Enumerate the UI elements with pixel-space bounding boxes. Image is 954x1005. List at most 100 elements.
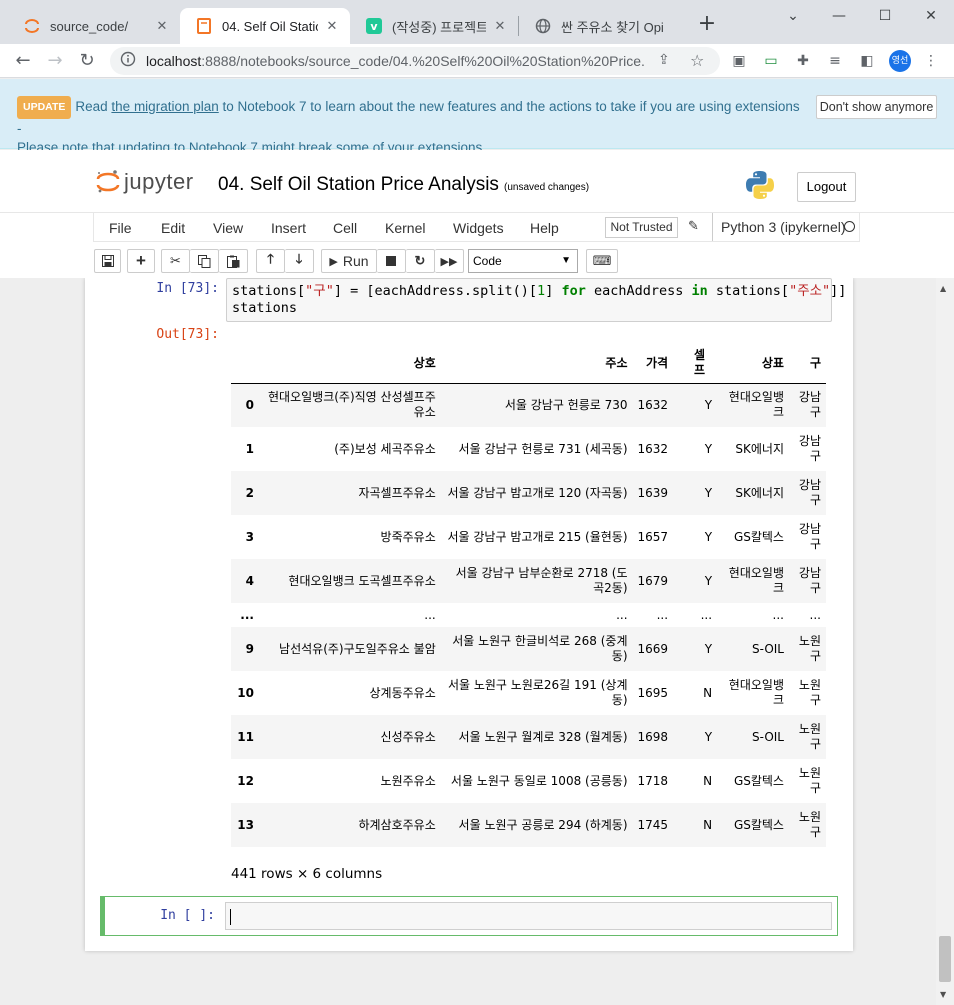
row-index: 2 bbox=[245, 485, 254, 500]
table-cell: 강남구 bbox=[798, 522, 821, 551]
code-cell-input[interactable]: stations["구"] = [eachAddress.split()[1] … bbox=[226, 278, 846, 322]
address-bar[interactable]: localhost:8888/notebooks/source_code/04.… bbox=[110, 47, 720, 75]
menu-file[interactable]: File bbox=[109, 220, 132, 236]
row-index: 9 bbox=[245, 641, 254, 656]
menu-edit[interactable]: Edit bbox=[161, 220, 185, 236]
bookmark-star-icon[interactable]: ☆ bbox=[690, 51, 704, 70]
scroll-up-icon[interactable]: ▲ bbox=[940, 284, 946, 293]
velog-favicon-icon: v bbox=[366, 18, 382, 34]
browser-tab-opinet[interactable]: 싼 주유소 찾기 Opi bbox=[519, 8, 687, 44]
browser-tab-notebook[interactable]: 04. Self Oil Station ✕ bbox=[180, 8, 350, 44]
table-cell: 강남구 bbox=[798, 566, 821, 595]
jupyter-logo[interactable]: jupyter bbox=[96, 169, 194, 195]
update-badge: UPDATE bbox=[17, 96, 72, 119]
migration-plan-link[interactable]: the migration plan bbox=[111, 99, 218, 114]
table-row: 4 현대오일뱅크 도곡셀프주유소 서울 강남구 남부순환로 2718 (도곡2동… bbox=[231, 559, 826, 603]
table-cell: 상계동주유소 bbox=[369, 685, 436, 700]
chevron-down-icon: ▼ bbox=[561, 255, 571, 266]
python-logo-icon bbox=[746, 171, 774, 199]
tab-search-icon[interactable]: ⌄ bbox=[770, 4, 816, 28]
extension-avatar-icon[interactable]: ▣ bbox=[730, 52, 748, 70]
dataframe-table: 상호 주소 가격 셀프 상표 구 0 현대오일뱅크(주)직영 산성셀프주유소 서… bbox=[231, 344, 826, 847]
copy-button[interactable] bbox=[190, 249, 219, 273]
code-cell-input[interactable] bbox=[225, 902, 832, 930]
table-cell: N bbox=[703, 773, 713, 788]
column-header: 구 bbox=[788, 344, 826, 384]
move-down-button[interactable]: 🡓 bbox=[285, 249, 314, 273]
tab-label: (작성중) 프로젝트3 bbox=[392, 19, 486, 35]
table-cell: 서울 강남구 헌릉로 731 (세곡동) bbox=[458, 441, 628, 456]
command-palette-button[interactable]: ⌨ bbox=[586, 249, 618, 273]
close-icon[interactable]: ✕ bbox=[324, 19, 340, 34]
empty-code-cell[interactable]: In [ ]: bbox=[100, 896, 838, 936]
info-icon[interactable] bbox=[120, 51, 136, 71]
notebook-site[interactable]: In [73]: stations["구"] = [eachAddress.sp… bbox=[0, 278, 936, 1005]
table-cell: 방죽주유소 bbox=[380, 529, 436, 544]
save-button[interactable] bbox=[94, 249, 121, 273]
share-icon[interactable]: ⇪ bbox=[658, 52, 670, 68]
arrow-up-icon: 🡑 bbox=[267, 251, 274, 266]
cut-button[interactable]: ✂ bbox=[161, 249, 190, 273]
cell-type-select[interactable]: Code ▼ bbox=[468, 249, 578, 273]
table-cell: 서울 노원구 월계로 328 (월계동) bbox=[458, 729, 628, 744]
table-cell: ... bbox=[424, 607, 436, 622]
table-cell: ... bbox=[616, 607, 628, 622]
interrupt-button[interactable] bbox=[377, 249, 406, 273]
browser-tabbar: source_code/ ✕ 04. Self Oil Station ✕ v … bbox=[0, 0, 954, 44]
notebook-title[interactable]: 04. Self Oil Station Price Analysis bbox=[218, 174, 499, 196]
table-row: 13 하계삼호주유소 서울 노원구 공릉로 294 (하계동) 1745 N G… bbox=[231, 803, 826, 847]
table-row: 9 남선석유(주)구도일주유소 불암 서울 노원구 한글비석로 268 (중계동… bbox=[231, 627, 826, 671]
dont-show-anymore-button[interactable]: Don't show anymore bbox=[816, 95, 937, 119]
menu-help[interactable]: Help bbox=[530, 220, 559, 236]
logout-button[interactable]: Logout bbox=[797, 172, 856, 202]
forward-arrow-icon[interactable]: → bbox=[42, 48, 68, 74]
restart-icon: ↻ bbox=[414, 253, 426, 268]
table-row: 3 방죽주유소 서울 강남구 밤고개로 215 (율현동) 1657 Y GS칼… bbox=[231, 515, 826, 559]
back-arrow-icon[interactable]: ← bbox=[10, 48, 36, 74]
close-icon[interactable]: ✕ bbox=[154, 19, 170, 34]
maximize-icon[interactable]: ☐ bbox=[862, 4, 908, 28]
menu-view[interactable]: View bbox=[213, 220, 243, 236]
row-index: 11 bbox=[237, 729, 254, 744]
media-control-icon[interactable]: ≡ bbox=[826, 52, 844, 70]
reload-icon[interactable]: ↻ bbox=[74, 48, 100, 74]
kernel-status-icon bbox=[844, 221, 855, 232]
run-button[interactable]: ▶ Run bbox=[321, 249, 377, 273]
table-cell: 하계삼호주유소 bbox=[358, 817, 436, 832]
jupyter-favicon-icon bbox=[24, 18, 40, 34]
restart-button[interactable]: ↻ bbox=[406, 249, 435, 273]
scroll-down-icon[interactable]: ▼ bbox=[940, 990, 946, 999]
scrollbar-thumb[interactable] bbox=[939, 936, 951, 982]
input-prompt: In [73]: bbox=[156, 281, 219, 296]
menu-insert[interactable]: Insert bbox=[271, 220, 306, 236]
paste-button[interactable] bbox=[219, 249, 248, 273]
kernel-name[interactable]: Python 3 (ipykernel) bbox=[712, 213, 846, 241]
menu-kernel[interactable]: Kernel bbox=[385, 220, 425, 236]
move-up-button[interactable]: 🡑 bbox=[256, 249, 285, 273]
table-cell: GS칼텍스 bbox=[733, 529, 784, 544]
minimize-icon[interactable]: — bbox=[816, 4, 862, 28]
not-trusted-button[interactable]: Not Trusted bbox=[605, 217, 678, 238]
menu-widgets[interactable]: Widgets bbox=[453, 220, 504, 236]
extension-screen-icon[interactable]: ▭ bbox=[762, 52, 780, 70]
restart-run-all-button[interactable]: ▶▶ bbox=[435, 249, 464, 273]
close-icon[interactable]: ✕ bbox=[492, 19, 508, 34]
row-index: 3 bbox=[245, 529, 254, 544]
pencil-icon[interactable]: ✎ bbox=[688, 219, 699, 234]
insert-cell-button[interactable]: + bbox=[127, 249, 155, 273]
browser-tab-velog[interactable]: v (작성중) 프로젝트3 ✕ bbox=[350, 8, 518, 44]
extensions-puzzle-icon[interactable]: ✚ bbox=[794, 52, 812, 70]
scrollbar[interactable] bbox=[936, 278, 954, 1005]
close-window-icon[interactable]: ✕ bbox=[908, 4, 954, 28]
browser-toolbar: ← → ↻ localhost:8888/notebooks/source_co… bbox=[0, 44, 954, 78]
table-cell: 강남구 bbox=[798, 478, 821, 507]
side-panel-icon[interactable]: ◧ bbox=[858, 52, 876, 70]
profile-avatar[interactable]: 영선 bbox=[889, 50, 911, 72]
browser-tab-source-code[interactable]: source_code/ ✕ bbox=[8, 8, 180, 44]
table-cell: 노원구 bbox=[798, 634, 821, 663]
new-tab-button[interactable]: + bbox=[694, 12, 720, 38]
table-cell: 1718 bbox=[637, 773, 669, 788]
more-menu-icon[interactable]: ⋮ bbox=[922, 52, 940, 70]
menu-cell[interactable]: Cell bbox=[333, 220, 357, 236]
table-cell: 서울 강남구 헌릉로 730 bbox=[504, 397, 628, 412]
